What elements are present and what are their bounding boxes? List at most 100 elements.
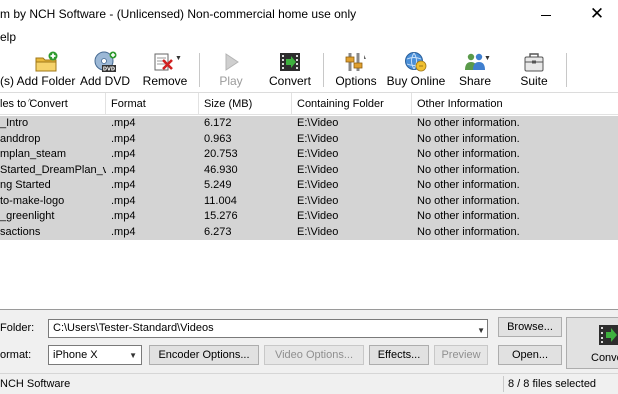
convert-main-button[interactable]: Conve xyxy=(566,317,618,369)
play-label: Play xyxy=(219,74,243,88)
toolbar: (s) Add Folder DVD Add DVD Remove ▼ Play… xyxy=(0,47,618,93)
cell-name: to-make-logo xyxy=(0,194,65,207)
remove-dropdown-chevron-icon[interactable]: ▼ xyxy=(175,55,182,62)
add-dvd-label: Add DVD xyxy=(80,74,131,88)
file-list-header: ^ les to Convert Format Size (MB) Contai… xyxy=(0,93,618,115)
menu-bar: elp xyxy=(0,29,618,47)
table-row[interactable]: sactions .mp4 6.273 E:\Video No other in… xyxy=(0,224,618,240)
cell-name: _Intro xyxy=(0,117,29,129)
column-header-name[interactable]: ^ les to Convert xyxy=(0,93,106,115)
toolbar-separator xyxy=(323,53,324,87)
cell-format: .mp4 xyxy=(111,163,136,176)
open-button[interactable]: Open... xyxy=(498,345,562,365)
column-header-format[interactable]: Format xyxy=(106,93,199,115)
status-company: NCH Software xyxy=(0,378,71,390)
cell-name: Started_DreamPlan_v2 xyxy=(0,163,106,176)
chevron-down-icon[interactable]: ▼ xyxy=(477,322,485,339)
output-folder-combobox[interactable]: C:\Users\Tester-Standard\Videos ▼ xyxy=(48,319,488,338)
output-folder-value: C:\Users\Tester-Standard\Videos xyxy=(53,322,214,334)
remove-icon xyxy=(154,53,173,71)
cell-name: ng Started xyxy=(0,179,51,191)
cell-folder: E:\Video xyxy=(297,163,339,176)
cell-size: 11.004 xyxy=(204,194,237,207)
chevron-down-icon[interactable]: ▼ xyxy=(129,347,137,365)
output-format-value: iPhone X xyxy=(53,349,98,361)
output-format-label: ormat: xyxy=(0,349,32,361)
cell-format: .mp4 xyxy=(111,210,136,222)
status-divider xyxy=(503,376,504,392)
add-folder-label: Add Folder xyxy=(16,74,76,88)
output-folder-label: Folder: xyxy=(0,322,35,334)
column-header-name-label: les to Convert xyxy=(0,98,68,110)
dvd-badge-text: DVD xyxy=(103,67,115,73)
table-row[interactable]: mplan_steam .mp4 20.753 E:\Video No othe… xyxy=(0,147,618,163)
cell-info: No other information. xyxy=(417,225,520,238)
cell-format: .mp4 xyxy=(111,132,136,145)
browse-button[interactable]: Browse... xyxy=(498,317,562,337)
add-dvd-button[interactable]: DVD Add DVD xyxy=(80,47,130,91)
remove-label: Remove xyxy=(142,74,188,88)
encoder-options-button[interactable]: Encoder Options... xyxy=(149,345,259,365)
cell-info: No other information. xyxy=(417,132,520,145)
options-button[interactable]: Options xyxy=(333,47,379,91)
table-row[interactable]: Started_DreamPlan_v2 .mp4 46.930 E:\Vide… xyxy=(0,162,618,178)
cell-info: No other information. xyxy=(417,179,520,191)
minimize-button[interactable] xyxy=(536,5,556,25)
output-format-select[interactable]: iPhone X ▼ xyxy=(48,345,142,365)
cell-info: No other information. xyxy=(417,194,520,207)
effects-button[interactable]: Effects... xyxy=(369,345,429,365)
cell-format: .mp4 xyxy=(111,194,136,207)
file-list[interactable]: ^ les to Convert Format Size (MB) Contai… xyxy=(0,93,618,310)
cell-size: 15.276 xyxy=(204,210,238,222)
cell-info: No other information. xyxy=(417,148,520,160)
cell-size: 6.273 xyxy=(204,225,232,238)
video-options-button[interactable]: Video Options... xyxy=(264,345,364,365)
share-dropdown-chevron-icon[interactable]: ▼ xyxy=(484,55,491,62)
cell-format: .mp4 xyxy=(111,117,136,129)
column-header-info[interactable]: Other Information xyxy=(412,93,618,115)
options-label: Options xyxy=(335,74,377,88)
toolbar-add-files-button[interactable]: (s) xyxy=(0,47,14,91)
cell-folder: E:\Video xyxy=(297,194,339,207)
cell-info: No other information. xyxy=(417,117,520,129)
sort-ascending-icon: ^ xyxy=(28,99,32,106)
output-panel: Folder: C:\Users\Tester-Standard\Videos … xyxy=(0,311,618,373)
column-header-folder[interactable]: Containing Folder xyxy=(292,93,412,115)
suite-button[interactable]: Suite xyxy=(512,47,556,91)
status-selection-count: 8 / 8 files selected xyxy=(508,378,597,390)
table-row[interactable]: anddrop .mp4 0.963 E:\Video No other inf… xyxy=(0,131,618,147)
cell-name: anddrop xyxy=(0,132,41,145)
buy-online-icon xyxy=(405,52,427,72)
convert-main-label: Conve xyxy=(591,352,618,364)
add-folder-button[interactable]: Add Folder xyxy=(16,47,76,91)
buy-online-button[interactable]: Buy Online xyxy=(386,47,446,91)
cell-name: _greenlight xyxy=(0,210,55,222)
cell-folder: E:\Video xyxy=(297,225,339,238)
share-button[interactable]: Share xyxy=(452,47,498,91)
remove-button[interactable]: Remove xyxy=(138,47,192,91)
convert-toolbar-button[interactable]: Convert xyxy=(266,47,314,91)
toolbar-separator xyxy=(566,53,567,87)
close-button[interactable]: ✕ xyxy=(584,4,610,26)
cell-folder: E:\Video xyxy=(297,117,339,129)
column-header-size[interactable]: Size (MB) xyxy=(199,93,292,115)
table-row[interactable]: to-make-logo .mp4 11.004 E:\Video No oth… xyxy=(0,193,618,209)
table-row[interactable]: ng Started .mp4 5.249 E:\Video No other … xyxy=(0,178,618,194)
suite-icon xyxy=(524,53,544,72)
preview-button[interactable]: Preview xyxy=(434,345,488,365)
cell-size: 0.963 xyxy=(204,132,232,145)
cell-size: 20.753 xyxy=(204,148,238,160)
menu-item-help[interactable]: elp xyxy=(0,30,16,44)
share-label: Share xyxy=(458,74,492,88)
cell-name: sactions xyxy=(0,225,41,238)
cell-folder: E:\Video xyxy=(297,148,339,160)
cell-folder: E:\Video xyxy=(297,132,339,145)
table-row[interactable]: _greenlight .mp4 15.276 E:\Video No othe… xyxy=(0,209,618,225)
cell-name: mplan_steam xyxy=(0,148,67,160)
table-row[interactable]: _Intro .mp4 6.172 E:\Video No other info… xyxy=(0,116,618,132)
convert-toolbar-label: Convert xyxy=(268,74,312,88)
play-icon xyxy=(225,53,239,71)
cell-info: No other information. xyxy=(417,163,520,176)
add-files-label: (s) xyxy=(0,74,14,88)
play-button[interactable]: Play xyxy=(208,47,254,91)
